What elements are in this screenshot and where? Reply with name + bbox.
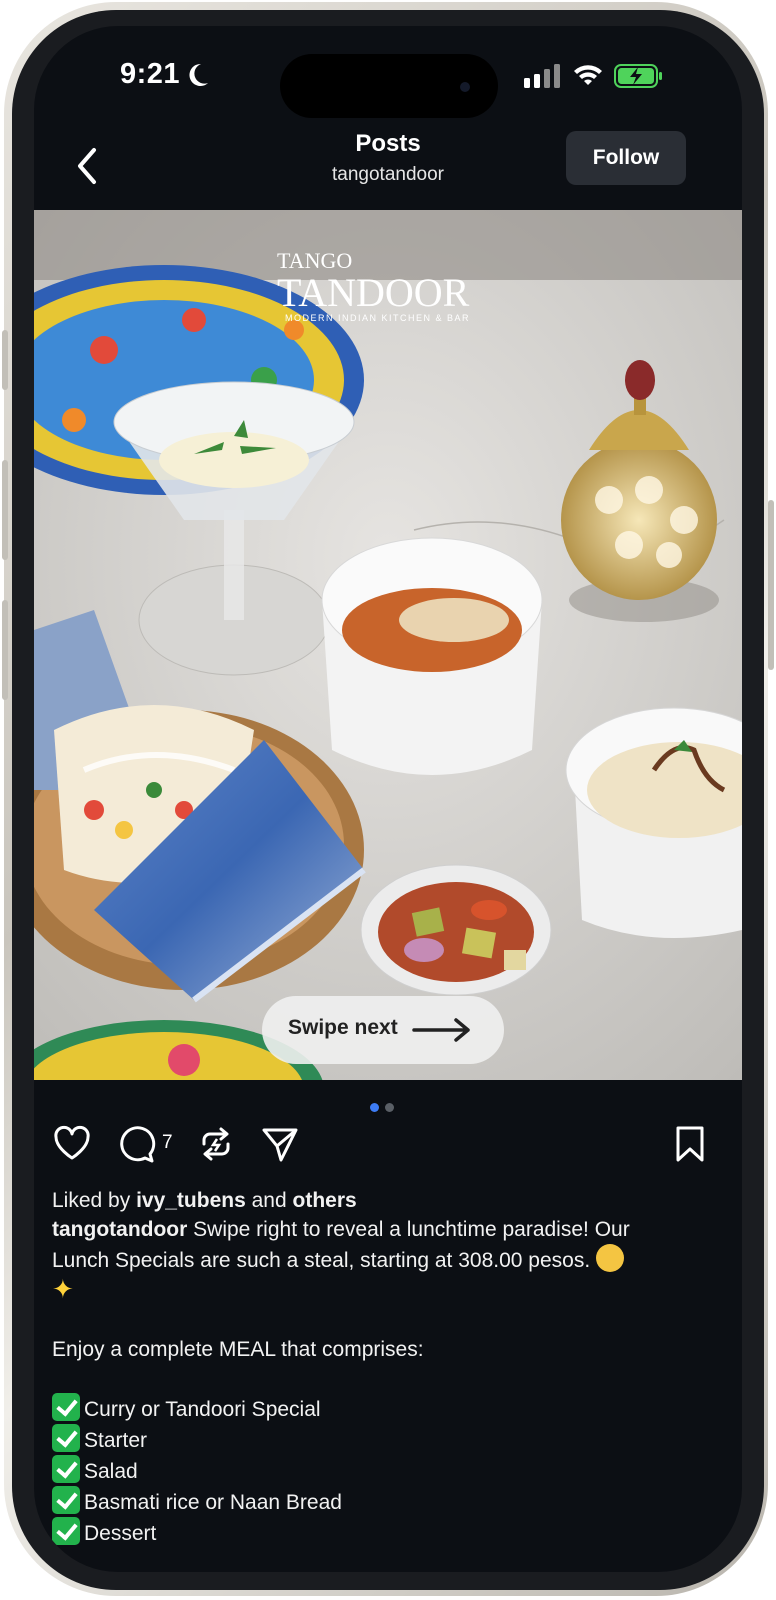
list-item-text: Curry or Tandoori Special bbox=[84, 1398, 321, 1421]
side-button bbox=[2, 600, 8, 700]
post-photo[interactable]: TANGO TANDOOR MODERN INDIAN KITCHEN & BA… bbox=[34, 210, 742, 1080]
caption-line-2: Lunch Specials are such a steal, startin… bbox=[52, 1244, 702, 1275]
carousel-dots bbox=[370, 1099, 400, 1112]
smiling-face-emoji-icon bbox=[596, 1244, 625, 1272]
caption-area: Liked by ivy_tubens and others tangotand… bbox=[52, 1186, 702, 1548]
heart-icon[interactable] bbox=[52, 1124, 92, 1164]
signal-icon bbox=[524, 64, 560, 88]
sparkle-star-emoji-icon: ✦ bbox=[52, 1274, 74, 1304]
caption-text-1: Swipe right to reveal a lunchtime paradi… bbox=[193, 1218, 630, 1241]
list-item-text: Dessert bbox=[84, 1522, 157, 1545]
food-photo-illustration: TANGO TANDOOR MODERN INDIAN KITCHEN & BA… bbox=[34, 210, 742, 1080]
brand-main-text: TANDOOR bbox=[277, 270, 470, 315]
list-item: Starter bbox=[52, 1424, 702, 1455]
swipe-next-pill[interactable]: Swipe next bbox=[262, 996, 504, 1064]
list-item: Dessert bbox=[52, 1517, 702, 1548]
check-mark-icon bbox=[52, 1393, 80, 1421]
brand-tagline-text: MODERN INDIAN KITCHEN & BAR bbox=[285, 313, 470, 323]
side-button bbox=[2, 330, 8, 390]
caption-text-2: Lunch Specials are such a steal, startin… bbox=[52, 1249, 591, 1272]
likes-line: Liked by ivy_tubens and others bbox=[52, 1186, 702, 1215]
wifi-icon bbox=[574, 65, 602, 85]
comment-icon[interactable] bbox=[116, 1124, 156, 1164]
check-mark-icon bbox=[52, 1517, 80, 1545]
top-nav: Posts tangotandoor Follow bbox=[34, 126, 742, 210]
moon-icon bbox=[186, 62, 210, 95]
swipe-next-label: Swipe next bbox=[288, 1016, 398, 1039]
status-time: 9:21 bbox=[120, 58, 181, 90]
screen: 9:21 Posts tangotandoor Follow TANGO TAN… bbox=[34, 26, 742, 1572]
carousel-dot-active[interactable] bbox=[370, 1103, 379, 1112]
list-item-text: Starter bbox=[84, 1429, 148, 1452]
side-button bbox=[768, 500, 774, 670]
check-mark-icon bbox=[52, 1486, 80, 1514]
caption-intro: Enjoy a complete MEAL that comprises: bbox=[52, 1338, 424, 1361]
liked-username[interactable]: ivy_tubens bbox=[136, 1189, 246, 1212]
liked-and: and bbox=[251, 1189, 287, 1212]
list-item-text: Salad bbox=[84, 1460, 138, 1483]
liked-prefix: Liked by bbox=[52, 1189, 131, 1212]
camera-dot bbox=[460, 82, 470, 92]
list-item: Curry or Tandoori Special bbox=[52, 1393, 702, 1424]
carousel-dot[interactable] bbox=[385, 1103, 394, 1112]
arrow-right-icon bbox=[412, 1018, 470, 1042]
check-mark-icon bbox=[52, 1424, 80, 1452]
post-actions: 7 bbox=[34, 1124, 742, 1184]
caption-author[interactable]: tangotandoor bbox=[52, 1218, 187, 1241]
check-mark-icon bbox=[52, 1455, 80, 1483]
caption-line-3: ✦ bbox=[52, 1275, 702, 1306]
liked-others[interactable]: others bbox=[293, 1189, 357, 1212]
battery-icon bbox=[614, 64, 662, 88]
bookmark-icon[interactable] bbox=[670, 1124, 710, 1164]
follow-button[interactable]: Follow bbox=[566, 131, 686, 185]
list-item: Basmati rice or Naan Bread bbox=[52, 1486, 702, 1517]
list-item-text: Basmati rice or Naan Bread bbox=[84, 1491, 342, 1514]
side-button bbox=[2, 460, 8, 560]
repost-icon[interactable] bbox=[196, 1124, 236, 1164]
comments-count: 7 bbox=[162, 1132, 173, 1153]
list-item: Salad bbox=[52, 1455, 702, 1486]
share-icon[interactable] bbox=[260, 1124, 300, 1164]
dynamic-island bbox=[280, 54, 498, 118]
status-bar: 9:21 bbox=[34, 26, 742, 136]
caption-line-1: tangotandoor Swipe right to reveal a lun… bbox=[52, 1215, 702, 1244]
